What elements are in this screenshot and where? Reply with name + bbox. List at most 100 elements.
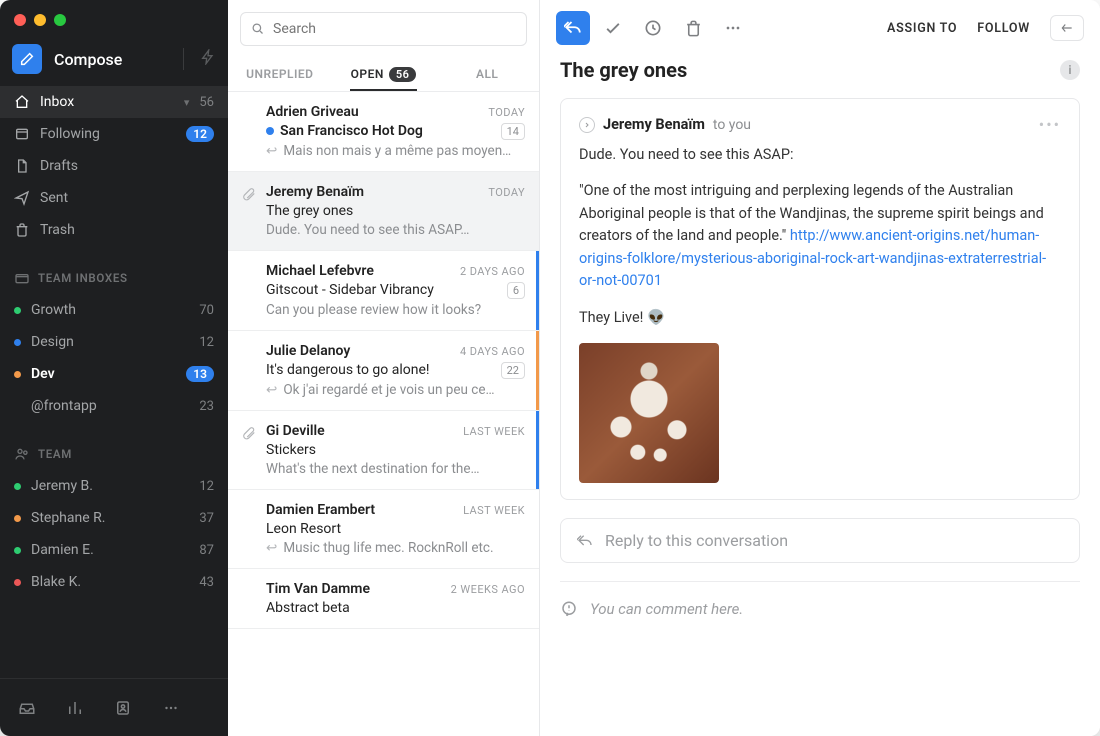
unread-dot <box>266 127 274 135</box>
follow-button[interactable]: FOLLOW <box>977 21 1030 36</box>
home-icon <box>14 94 30 110</box>
sent-icon <box>14 190 30 206</box>
window-zoom-button[interactable] <box>54 14 66 26</box>
subject-row: The grey ones i <box>540 56 1100 98</box>
presence-dot <box>14 547 21 554</box>
info-icon[interactable]: i <box>1060 60 1080 80</box>
nav-item-label: @frontapp <box>31 398 189 414</box>
nav-item-sent[interactable]: Sent <box>0 182 228 214</box>
list-tabs: UNREPLIED OPEN56 ALL <box>228 52 539 92</box>
nav-item-label: Inbox <box>40 94 176 110</box>
thread-sender: Damien Erambert <box>266 502 375 518</box>
nav-item-label: Blake K. <box>31 574 189 590</box>
archive-button[interactable] <box>596 11 630 45</box>
contacts-icon[interactable] <box>114 699 132 717</box>
thread-sender: Michael Lefebvre <box>266 263 374 279</box>
message-body: Dude. You need to see this ASAP: "One of… <box>579 144 1061 483</box>
nav-item-following[interactable]: Following12 <box>0 118 228 150</box>
thread-accent <box>536 411 539 489</box>
comment-input[interactable]: You can comment here. <box>540 594 1100 636</box>
team-member-item[interactable]: Blake K. 43 <box>0 566 228 598</box>
team-label: TEAM <box>38 447 72 461</box>
message-image-attachment[interactable] <box>579 343 719 483</box>
attachment-icon <box>242 104 256 159</box>
search-input[interactable] <box>240 12 527 46</box>
team-inboxes-header: TEAM INBOXES <box>0 246 228 294</box>
thread-preview: Can you please review how it looks? <box>266 302 525 318</box>
thread-time: LAST WEEK <box>463 504 525 517</box>
message-more-icon[interactable]: ••• <box>1039 115 1061 134</box>
reply-arrow-icon: ↩ <box>266 143 277 159</box>
nav-item-trash[interactable]: Trash <box>0 214 228 246</box>
snooze-button[interactable] <box>636 11 670 45</box>
team-member-item[interactable]: Jeremy B.12 <box>0 470 228 502</box>
inbox-footer-icon[interactable] <box>18 699 36 717</box>
thread-item[interactable]: Damien ErambertLAST WEEKLeon Resort↩Musi… <box>228 490 539 569</box>
thread-count-badge: 14 <box>501 123 525 140</box>
nav-item-inbox[interactable]: Inbox▾56 <box>0 86 228 118</box>
nav-item-drafts[interactable]: Drafts <box>0 150 228 182</box>
team-member-item[interactable]: Stephane R.37 <box>0 502 228 534</box>
assign-to-button[interactable]: ASSIGN TO <box>887 21 957 36</box>
compose-row: Compose <box>0 40 228 86</box>
team-inbox-item[interactable]: Dev13 <box>0 358 228 390</box>
more-actions-button[interactable] <box>716 11 750 45</box>
team-inbox-item[interactable]: Growth70 <box>0 294 228 326</box>
attachment-icon <box>242 581 256 616</box>
thread-sender: Jeremy Benaïm <box>266 184 364 200</box>
thread-count-badge: 22 <box>501 362 525 379</box>
attachment-icon <box>242 184 256 238</box>
thread-item[interactable]: Michael Lefebvre2 DAYS AGOGitscout - Sid… <box>228 251 539 331</box>
expand-collapse-button[interactable] <box>1050 15 1084 41</box>
compose-button[interactable]: Compose <box>12 44 167 74</box>
nav-item-label: Following <box>40 126 176 142</box>
reply-input[interactable]: Reply to this conversation <box>560 518 1080 563</box>
attachment-icon <box>242 423 256 477</box>
item-count: 56 <box>199 95 214 110</box>
team-inboxes-label: TEAM INBOXES <box>38 271 128 285</box>
trash-button[interactable] <box>676 11 710 45</box>
more-icon[interactable] <box>162 699 180 717</box>
detail-toolbar: ASSIGN TO FOLLOW <box>540 0 1100 56</box>
item-count: 70 <box>199 303 214 318</box>
message-card: Jeremy Benaïm to you ••• Dude. You need … <box>560 98 1080 500</box>
item-count: 43 <box>199 575 214 590</box>
thread-item[interactable]: Julie Delanoy4 DAYS AGOIt's dangerous to… <box>228 331 539 411</box>
thread-subject: Leon Resort <box>266 521 341 537</box>
thread-sender: Tim Van Damme <box>266 581 370 597</box>
color-dot <box>14 339 21 346</box>
nav-item-label: Sent <box>40 190 214 206</box>
thread-item[interactable]: Gi DevilleLAST WEEKStickersWhat's the ne… <box>228 411 539 490</box>
thread-preview: ↩Mais non mais y a même pas moyen… <box>266 143 525 159</box>
team-member-item[interactable]: Damien E.87 <box>0 534 228 566</box>
sidebar-footer <box>0 678 228 736</box>
team-inbox-item[interactable]: @frontapp23 <box>0 390 228 422</box>
thread-item[interactable]: Tim Van Damme2 WEEKS AGOAbstract beta <box>228 569 539 629</box>
reply-arrow-icon: ↩ <box>266 382 277 398</box>
color-dot <box>14 307 21 314</box>
window-minimize-button[interactable] <box>34 14 46 26</box>
thread-item[interactable]: Jeremy BenaïmTODAYThe grey onesDude. You… <box>228 172 539 251</box>
thread-time: 2 WEEKS AGO <box>451 583 525 596</box>
analytics-icon[interactable] <box>66 699 84 717</box>
tab-unreplied[interactable]: UNREPLIED <box>228 67 332 91</box>
window-titlebar <box>0 0 228 40</box>
divider <box>560 581 1080 582</box>
bolt-icon[interactable] <box>200 49 216 69</box>
message-to: to you <box>713 117 751 133</box>
sidebar: Compose Inbox▾56Following12Drafts Sent Tra… <box>0 0 228 736</box>
nav-item-label: Damien E. <box>31 542 189 558</box>
expand-recipients-icon[interactable] <box>579 117 595 133</box>
tab-all[interactable]: ALL <box>435 67 539 91</box>
tab-open[interactable]: OPEN56 <box>332 67 436 91</box>
team-inbox-item[interactable]: Design12 <box>0 326 228 358</box>
nav-item-label: Dev <box>31 366 176 382</box>
thread-preview: ↩Ok j'ai regardé et je vois un peu ce… <box>266 382 525 398</box>
trash-icon <box>14 222 30 238</box>
nav-item-label: Design <box>31 334 189 350</box>
reply-button[interactable] <box>556 11 590 45</box>
window-close-button[interactable] <box>14 14 26 26</box>
drafts-icon <box>14 158 30 174</box>
thread-time: LAST WEEK <box>463 425 525 438</box>
thread-item[interactable]: Adrien GriveauTODAYSan Francisco Hot Dog… <box>228 92 539 172</box>
